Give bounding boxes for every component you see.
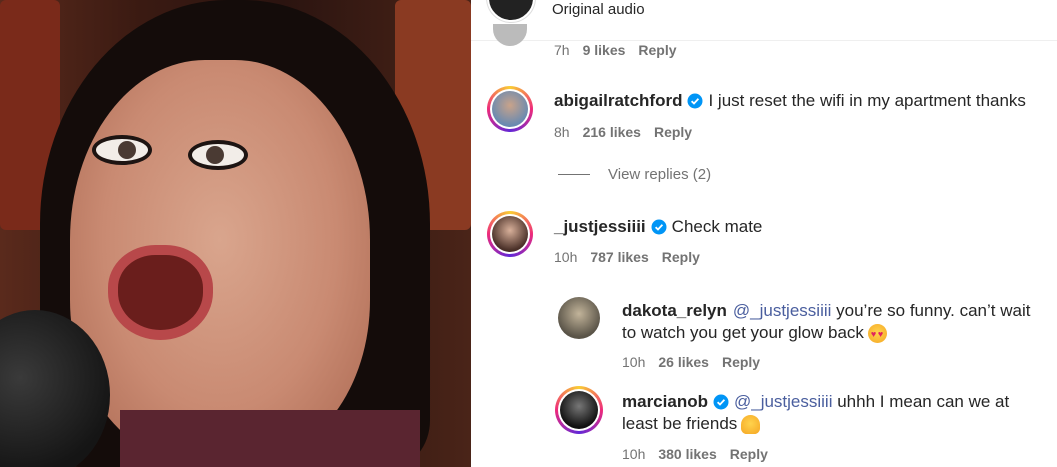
- comment-time: 10h: [622, 354, 646, 370]
- view-replies-label: View replies (2): [608, 166, 712, 183]
- likes-count[interactable]: 787 likes: [590, 249, 648, 265]
- face: [70, 60, 370, 460]
- avatar[interactable]: [487, 211, 533, 257]
- comment-meta: 10h 380 likes Reply: [622, 446, 768, 462]
- avatar[interactable]: [487, 86, 533, 132]
- shrug-emoji-icon: [741, 414, 761, 434]
- divider-line: [558, 174, 590, 175]
- view-replies-button[interactable]: View replies (2): [558, 166, 711, 183]
- comment-time: 10h: [622, 446, 646, 462]
- comment-time: 10h: [554, 249, 578, 265]
- comment-username[interactable]: _justjessiiii: [554, 217, 646, 237]
- reply-button[interactable]: Reply: [722, 354, 760, 370]
- comment: _justjessiiii Check mate: [554, 217, 762, 237]
- left-eye: [92, 135, 152, 165]
- reply-text: least be friends: [622, 414, 738, 433]
- comment-username[interactable]: abigailratchford: [554, 91, 682, 111]
- comments-panel: Original audio 7h 9 likes Reply abigailr…: [471, 0, 1057, 467]
- shirt: [120, 410, 420, 467]
- verified-badge-icon: [651, 219, 667, 235]
- mention-link[interactable]: @_justjessiiii: [733, 301, 832, 321]
- reply-username[interactable]: dakota_relyn: [622, 301, 727, 321]
- comment-time: 7h: [554, 42, 570, 58]
- reply-button[interactable]: Reply: [730, 446, 768, 462]
- heart-eyes-emoji-icon: ♥ ♥: [867, 323, 887, 343]
- comment: abigailratchford I just reset the wifi i…: [554, 91, 1026, 111]
- mention-link[interactable]: @_justjessiiii: [734, 392, 833, 412]
- likes-count[interactable]: 26 likes: [658, 354, 709, 370]
- comment-meta: 7h 9 likes Reply: [554, 42, 677, 58]
- avatar[interactable]: [493, 24, 527, 46]
- avatar[interactable]: [558, 297, 600, 339]
- comment-meta: 10h 787 likes Reply: [554, 249, 700, 265]
- verified-badge-icon: [687, 93, 703, 109]
- mouth: [108, 245, 213, 340]
- right-eye: [188, 140, 248, 170]
- avatar[interactable]: [487, 0, 535, 22]
- verified-badge-icon: [713, 394, 729, 410]
- avatar[interactable]: [555, 386, 603, 434]
- audio-header: Original audio: [471, 0, 1057, 41]
- reply-button[interactable]: Reply: [638, 42, 676, 58]
- reply-text: you’re so funny. can’t wait: [831, 301, 1031, 320]
- comment-text: Check mate: [671, 217, 763, 236]
- comment-meta: 10h 26 likes Reply: [622, 354, 760, 370]
- reply-button[interactable]: Reply: [662, 249, 700, 265]
- comment-meta: 8h 216 likes Reply: [554, 124, 692, 140]
- reply-comment-continued: to watch you get your glow back ♥ ♥: [622, 323, 887, 343]
- reply-comment-continued: least be friends: [622, 414, 761, 434]
- reply-comment: dakota_relyn @_justjessiiii you’re so fu…: [622, 301, 1030, 321]
- reply-username[interactable]: marcianob: [622, 392, 708, 412]
- likes-count[interactable]: 216 likes: [583, 124, 641, 140]
- likes-count[interactable]: 9 likes: [583, 42, 626, 58]
- reply-text: to watch you get your glow back: [622, 323, 864, 342]
- likes-count[interactable]: 380 likes: [658, 446, 716, 462]
- video-frame[interactable]: [0, 0, 471, 467]
- comment-time: 8h: [554, 124, 570, 140]
- reply-button[interactable]: Reply: [654, 124, 692, 140]
- comment-text: I just reset the wifi in my apartment th…: [708, 91, 1026, 110]
- reply-comment: marcianob @_justjessiiii uhhh I mean can…: [622, 392, 1009, 412]
- reply-text: uhhh I mean can we at: [832, 392, 1010, 411]
- original-audio-link[interactable]: Original audio: [552, 1, 645, 18]
